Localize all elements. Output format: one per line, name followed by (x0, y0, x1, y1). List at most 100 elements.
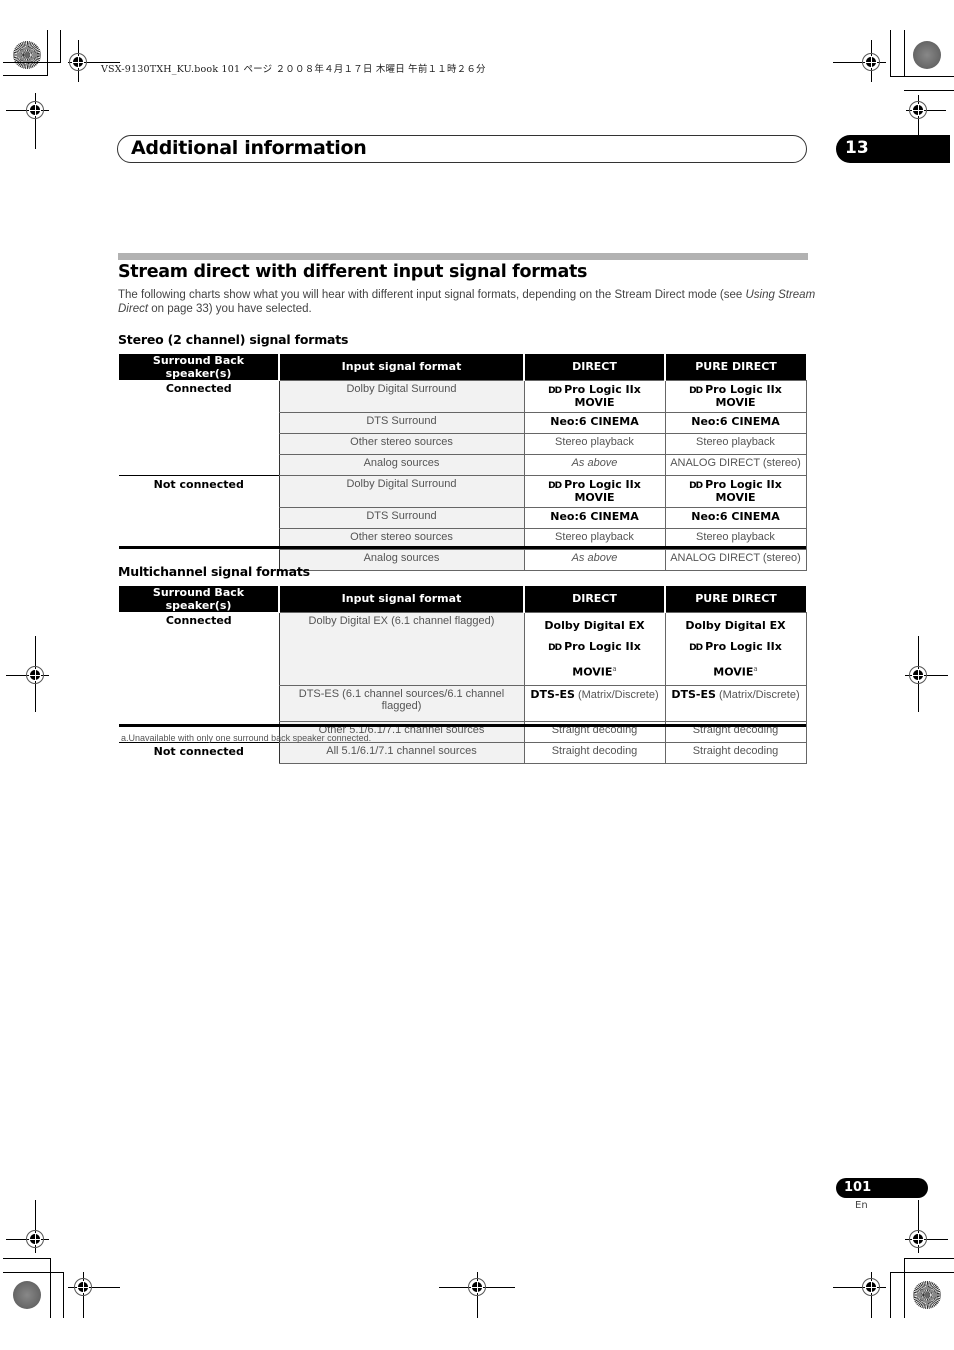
direct-cell: DD Pro Logic IIx MOVIE (523, 474, 666, 508)
registration-target-icon (26, 101, 44, 119)
pure-direct-value-text: Pro Logic IIx MOVIE (705, 639, 782, 679)
column-header: Input signal format (279, 586, 525, 612)
column-header: Surround Back speaker(s) (119, 354, 280, 380)
input-format-cell: Other stereo sources (278, 432, 525, 455)
input-format-cell: Analog sources (278, 453, 525, 476)
intro-text: The following charts show what you will … (118, 289, 746, 301)
registration-starburst-icon (913, 1281, 941, 1309)
registration-dot-icon (13, 1281, 41, 1309)
direct-value-text: Pro Logic IIx MOVIE (564, 639, 641, 679)
surround-back-status: Connected (165, 382, 232, 395)
direct-cell: DD Pro Logic IIx MOVIE (523, 379, 666, 413)
direct-value-bold: DTS-ES (530, 688, 575, 702)
pure-direct-cell: Dolby Digital EX DD Pro Logic IIx MOVIEa (664, 611, 807, 687)
column-header: Surround Back speaker(s) (119, 586, 280, 612)
dolby-logo-icon: DD (689, 642, 703, 653)
print-slug: VSX-9130TXH_KU.book 101 ページ ２００８年４月１７日 木… (101, 64, 486, 75)
direct-cell: Stereo playback (523, 432, 666, 455)
dolby-logo-icon: DD (548, 642, 562, 653)
registration-target-icon (74, 1278, 92, 1296)
input-format-cell: DTS Surround (278, 506, 525, 529)
registration-target-icon (468, 1278, 486, 1296)
stereo-table-title: Stereo (2 channel) signal formats (118, 332, 349, 347)
chapter-title: Additional information (131, 137, 367, 159)
surround-back-status: Not connected (119, 474, 279, 570)
column-header: PURE DIRECT (665, 586, 806, 612)
registration-target-icon (69, 53, 87, 71)
pure-direct-cell: ANALOG DIRECT (stereo) (664, 548, 807, 571)
intro-text-end: on page 33) you have selected. (148, 303, 312, 315)
pure-direct-cell: DD Pro Logic IIx MOVIE (664, 474, 807, 508)
multichannel-table-title: Multichannel signal formats (118, 564, 310, 579)
direct-value-2: DD Pro Logic IIx MOVIEa (529, 636, 661, 683)
direct-cell: DTS-ES (Matrix/Discrete) (523, 685, 666, 723)
table-header-row: Surround Back speaker(s) Input signal fo… (119, 586, 806, 612)
footnote-marker: a (612, 664, 617, 673)
input-format-cell: DTS Surround (278, 411, 525, 434)
registration-target-icon (909, 1230, 927, 1248)
pure-direct-value-rest: (Matrix/Discrete) (715, 689, 800, 702)
registration-target-icon (26, 1230, 44, 1248)
dolby-logo-icon: DD (689, 480, 703, 491)
registration-target-icon (909, 101, 927, 119)
pure-direct-cell: DD Pro Logic IIx MOVIE (664, 379, 807, 413)
section-title: Stream direct with different input signa… (118, 262, 588, 282)
surround-back-status: Not connected (119, 742, 279, 764)
registration-target-icon (909, 666, 927, 684)
input-format-cell: Analog sources (278, 548, 525, 571)
direct-value: Pro Logic IIx MOVIE (564, 382, 641, 409)
pure-direct-value: Dolby Digital EX (685, 618, 786, 632)
pure-direct-cell: Stereo playback (664, 432, 807, 455)
column-header: PURE DIRECT (665, 354, 806, 380)
input-format-cell: All 5.1/6.1/7.1 channel sources (278, 742, 525, 765)
direct-cell: Neo:6 CINEMA (523, 506, 666, 529)
pure-direct-cell: Neo:6 CINEMA (664, 506, 807, 529)
direct-cell: Neo:6 CINEMA (523, 411, 666, 434)
table-row: Not connected All 5.1/6.1/7.1 channel so… (119, 742, 807, 765)
registration-starburst-icon (13, 41, 41, 69)
table-header-row: Surround Back speaker(s) Input signal fo… (119, 354, 806, 380)
direct-cell: Dolby Digital EX DD Pro Logic IIx MOVIEa (523, 611, 666, 687)
pure-direct-value: Pro Logic IIx MOVIE (705, 477, 782, 504)
section-intro: The following charts show what you will … (118, 288, 818, 316)
column-header: DIRECT (524, 354, 666, 380)
registration-dot-icon (913, 41, 941, 69)
input-format-cell: Dolby Digital EX (6.1 channel flagged) (278, 611, 525, 687)
section-rule (118, 253, 808, 260)
footnote-marker: a (753, 664, 758, 673)
direct-value: Pro Logic IIx MOVIE (564, 477, 641, 504)
registration-target-icon (862, 53, 880, 71)
pure-direct-cell: Neo:6 CINEMA (664, 411, 807, 434)
pure-direct-cell: DTS-ES (Matrix/Discrete) (664, 685, 807, 723)
direct-value-rest: (Matrix/Discrete) (574, 689, 659, 702)
column-header: Input signal format (279, 354, 525, 380)
pure-direct-value-2: DD Pro Logic IIx MOVIEa (670, 636, 802, 683)
direct-cell: As above (523, 453, 666, 476)
chapter-number-badge: 13 (836, 135, 950, 163)
footnote: a.Unavailable with only one surround bac… (121, 733, 372, 743)
input-format-cell: Dolby Digital Surround (278, 474, 525, 508)
input-format-cell: Dolby Digital Surround (278, 379, 525, 413)
table-bottom-rule (119, 724, 806, 727)
language-label: En (855, 1200, 868, 1211)
table-row: Connected Dolby Digital EX (6.1 channel … (119, 611, 807, 687)
pure-direct-cell: Straight decoding (664, 742, 807, 765)
pure-direct-value-bold: DTS-ES (671, 688, 716, 702)
pure-direct-value: Pro Logic IIx MOVIE (705, 382, 782, 409)
column-header: DIRECT (524, 586, 666, 612)
table-bottom-rule (119, 546, 806, 549)
registration-target-icon (862, 1278, 880, 1296)
direct-value: Dolby Digital EX (544, 618, 645, 632)
stereo-formats-table: Surround Back speaker(s) Input signal fo… (119, 354, 807, 571)
registration-target-icon (26, 666, 44, 684)
dolby-logo-icon: DD (689, 385, 703, 396)
table-row: Connected Dolby Digital Surround DD Pro L… (119, 379, 807, 413)
dolby-logo-icon: DD (548, 480, 562, 491)
page-number-badge: 101 (836, 1178, 928, 1198)
table-row: Not connected Dolby Digital Surround DD P… (119, 474, 807, 570)
pure-direct-cell: ANALOG DIRECT (stereo) (664, 453, 807, 476)
dolby-logo-icon: DD (548, 385, 562, 396)
input-format-cell: DTS-ES (6.1 channel sources/6.1 channel … (278, 685, 525, 723)
direct-cell: Straight decoding (523, 742, 666, 765)
direct-cell: As above (523, 548, 666, 571)
